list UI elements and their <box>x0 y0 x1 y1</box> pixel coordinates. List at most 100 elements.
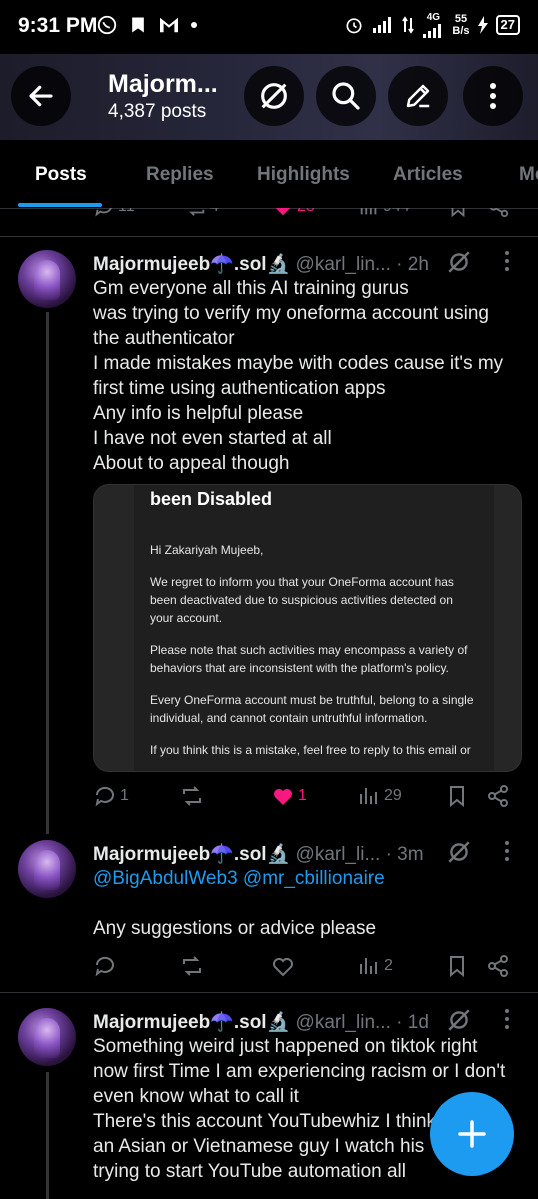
email-line: Please note that such activities may enc… <box>150 643 468 657</box>
share-icon <box>488 785 508 807</box>
tweet-author-handle[interactable]: @karl_lin... <box>296 1012 391 1033</box>
tweet-time: · 2h <box>396 254 429 275</box>
tweet-2[interactable]: Majormujeeb☂️.sol🔬 @karl_li... · 3m @Big… <box>0 826 538 992</box>
email-line: Hi Zakariyah Mujeeb, <box>150 543 264 557</box>
more-vertical-icon <box>505 251 509 271</box>
share-button[interactable] <box>486 954 510 978</box>
prev-views-button[interactable]: 944 <box>358 208 410 218</box>
tweet-time: · 1d <box>396 1012 429 1033</box>
search-button[interactable] <box>316 66 376 126</box>
tweet-time: · 3m <box>385 844 424 865</box>
tweet-author-name[interactable]: Majormujeeb☂️.sol🔬 <box>93 1012 290 1033</box>
email-line: your account. <box>150 611 223 625</box>
bookmark-icon <box>450 786 464 808</box>
email-line: behaviors that are inconsistent with the… <box>150 661 449 675</box>
tweet-more-button[interactable] <box>500 1008 514 1035</box>
tweet-text: Any suggestions or advice please <box>93 918 377 939</box>
grok-button[interactable] <box>244 66 304 126</box>
net-speed-value: 55 <box>454 13 468 25</box>
tweet-line: Something weird just happened on tiktok … <box>93 1036 478 1057</box>
profile-title: Majorm... <box>108 70 218 98</box>
status-time: 9:31 PM <box>18 14 98 37</box>
bookmark-icon <box>450 956 464 978</box>
tab-media[interactable]: Me <box>519 164 538 186</box>
tab-articles[interactable]: Articles <box>393 164 463 186</box>
data-transfer-icon <box>402 16 415 34</box>
prev-repost-button[interactable]: 4 <box>185 208 219 218</box>
mention-links[interactable]: @BigAbdulWeb3 @mr_cbillionaire <box>93 866 523 891</box>
like-count: 1 <box>298 787 307 804</box>
reply-icon <box>95 208 112 217</box>
bookmark-button[interactable] <box>445 954 469 978</box>
alarm-icon <box>344 15 364 35</box>
views-count: 2 <box>384 957 393 974</box>
tweet-author-handle[interactable]: @karl_li... <box>296 844 381 865</box>
bookmark-icon <box>451 208 465 218</box>
email-line: Every OneForma account must be truthful,… <box>150 693 474 707</box>
tweet-separator <box>0 992 538 993</box>
prev-reply-button[interactable]: 11 <box>93 208 135 218</box>
views-count: 29 <box>384 787 402 804</box>
like-button[interactable] <box>271 954 295 978</box>
repost-button[interactable] <box>180 784 207 808</box>
signal-icon <box>372 17 394 33</box>
prev-reply-count: 11 <box>118 208 135 216</box>
more-vertical-icon <box>490 83 496 109</box>
views-button[interactable]: 29 <box>357 784 402 808</box>
bookmark-button[interactable] <box>445 784 469 808</box>
more-vertical-icon <box>505 841 509 861</box>
tweet-line: now first Time I am experiencing racism … <box>93 1061 506 1082</box>
tab-replies[interactable]: Replies <box>146 164 214 186</box>
repost-button[interactable] <box>180 954 204 978</box>
tweet-author-handle[interactable]: @karl_lin... <box>296 254 391 275</box>
repost-icon <box>183 786 201 806</box>
profile-header: Majorm... 4,387 posts <box>0 54 538 140</box>
tab-posts[interactable]: Posts <box>35 164 87 186</box>
like-button[interactable]: 1 <box>271 784 307 808</box>
notification-dot-icon <box>190 21 198 29</box>
pencil-icon <box>406 84 430 108</box>
share-icon <box>489 208 509 218</box>
repost-icon <box>189 209 205 216</box>
edit-button[interactable] <box>388 66 448 126</box>
avatar[interactable] <box>18 1008 76 1066</box>
prev-bookmark-button[interactable] <box>447 208 469 218</box>
avatar[interactable] <box>18 250 76 308</box>
prev-like-button[interactable]: 28 <box>272 208 315 218</box>
email-heading: been Disabled <box>150 489 273 509</box>
tweet-more-button[interactable] <box>500 840 514 867</box>
tweet-author-name[interactable]: Majormujeeb☂️.sol🔬 <box>93 844 290 865</box>
tab-highlights[interactable]: Highlights <box>257 164 350 186</box>
reply-button[interactable]: 1 <box>93 784 129 808</box>
compose-post-button[interactable] <box>430 1092 514 1176</box>
network-type: 4G <box>426 12 441 23</box>
heart-icon <box>273 958 293 977</box>
tweet-line: I made mistakes maybe with codes cause i… <box>93 353 504 374</box>
email-line: been deactivated due to suspicious activ… <box>150 593 453 607</box>
share-button[interactable] <box>486 784 510 808</box>
reply-button[interactable] <box>93 954 117 978</box>
whatsapp-icon <box>96 14 118 36</box>
net-speed-unit: B/s <box>452 25 470 37</box>
bookmark-news-icon <box>128 15 148 35</box>
grok-icon <box>448 1009 470 1031</box>
tweet-image[interactable]: been Disabled Hi Zakariyah Mujeeb, We re… <box>93 484 522 772</box>
email-line: If you think this is a mistake, feel fre… <box>150 743 471 757</box>
more-options-button[interactable] <box>463 66 523 126</box>
prev-share-button[interactable] <box>488 208 510 218</box>
views-button[interactable]: 2 <box>357 954 393 978</box>
avatar[interactable] <box>18 840 76 898</box>
grok-icon <box>261 83 287 109</box>
search-icon <box>332 82 360 110</box>
tweet-author-name[interactable]: Majormujeeb☂️.sol🔬 <box>93 254 290 275</box>
tweet-line: first time using authentication apps <box>93 378 386 399</box>
tweet-2-actions: 2 <box>93 954 523 984</box>
grok-icon <box>448 251 470 273</box>
repost-icon <box>183 956 201 976</box>
heart-filled-icon <box>275 208 291 216</box>
tweet-text: Gm everyone all this AI training gurus w… <box>93 276 523 476</box>
reply-icon <box>95 786 114 807</box>
back-button[interactable] <box>11 66 71 126</box>
tweet-more-button[interactable] <box>500 250 514 277</box>
plus-icon <box>458 1120 486 1148</box>
